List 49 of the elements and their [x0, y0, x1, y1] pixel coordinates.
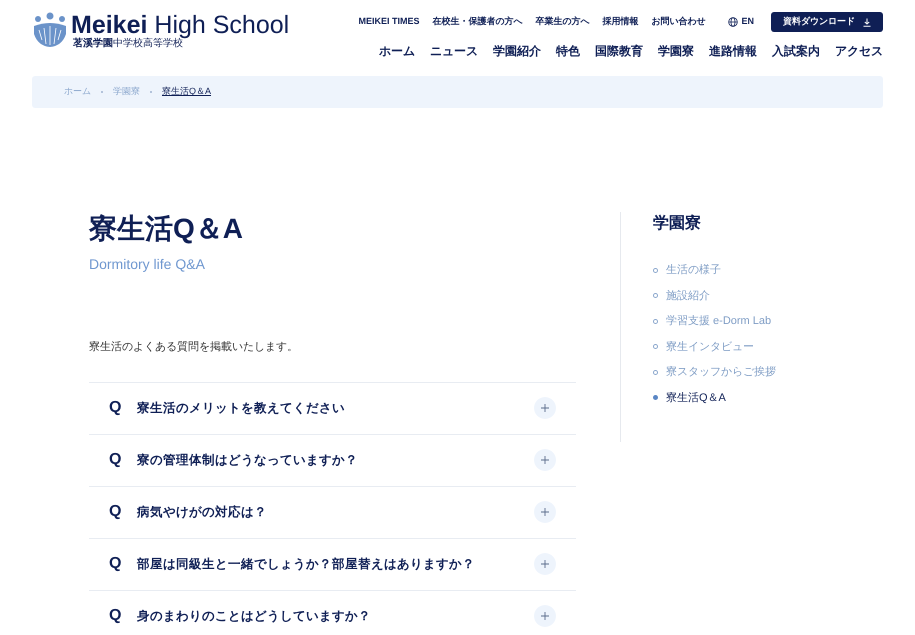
page-subtitle: Dormitory life Q&A: [89, 255, 206, 274]
question-mark: Q: [109, 450, 122, 470]
question-mark: Q: [109, 554, 122, 574]
nav-link[interactable]: 国際教育: [595, 42, 643, 60]
plus-icon: [534, 553, 556, 575]
question-mark: Q: [109, 606, 122, 626]
question-text: 寮生活のメリットを教えてください: [137, 400, 346, 417]
nav-link[interactable]: アクセス: [835, 42, 883, 60]
breadcrumb-separator-icon: [150, 91, 152, 93]
logo-emblem-icon: [32, 12, 68, 48]
question-mark: Q: [109, 502, 122, 522]
top-link[interactable]: 卒業生の方へ: [535, 15, 590, 29]
language-link[interactable]: EN: [728, 15, 754, 29]
question-text: 病気やけがの対応は？: [137, 504, 268, 521]
logo-subtitle: 茗溪学園中学校高等学校: [73, 38, 183, 50]
question-text: 寮の管理体制はどうなっていますか？: [137, 452, 359, 469]
breadcrumb-separator-icon: [101, 91, 103, 93]
globe-icon: [728, 17, 738, 27]
faq-item[interactable]: Q 寮の管理体制はどうなっていますか？: [89, 434, 576, 486]
faq-item[interactable]: Q 病気やけがの対応は？: [89, 486, 576, 538]
download-icon: [863, 18, 871, 26]
faq-item[interactable]: Q 部屋は同級生と一緒でしょうか？部屋替えはありますか？: [89, 538, 576, 590]
plus-icon: [534, 449, 556, 471]
nav-link[interactable]: 入試案内: [772, 42, 820, 60]
intro-text: 寮生活のよくある質問を掲載いたします。: [89, 340, 299, 355]
nav-link[interactable]: 特色: [556, 42, 580, 60]
breadcrumb-link[interactable]: 寮生活Q＆A: [162, 85, 212, 99]
page-title: 寮生活Q＆A: [89, 212, 244, 246]
sidebar-link[interactable]: 寮生活Q＆A: [666, 390, 726, 406]
nav-link[interactable]: 学園紹介: [493, 42, 541, 60]
question-text: 身のまわりのことはどうしていますか？: [137, 608, 372, 625]
nav-link[interactable]: 学園寮: [658, 42, 694, 60]
top-link[interactable]: 採用情報: [602, 15, 638, 29]
nav-link[interactable]: ニュース: [430, 42, 478, 60]
top-link[interactable]: 在校生・保護者の方へ: [432, 15, 522, 29]
sidebar-title: 学園寮: [653, 213, 702, 234]
question-text: 部屋は同級生と一緒でしょうか？部屋替えはありますか？: [137, 556, 476, 573]
nav-link[interactable]: 進路情報: [709, 42, 757, 60]
faq-item[interactable]: Q 身のまわりのことはどうしていますか？: [89, 590, 576, 635]
top-link[interactable]: お問い合わせ: [651, 15, 706, 29]
download-button[interactable]: 資料ダウンロード: [771, 12, 883, 32]
plus-icon: [534, 605, 556, 627]
plus-icon: [534, 501, 556, 523]
faq-item[interactable]: Q 寮生活のメリットを教えてください: [89, 382, 576, 434]
nav-link[interactable]: ホーム: [379, 42, 415, 60]
plus-icon: [534, 397, 556, 419]
logo-title: Meikei High School: [71, 12, 290, 38]
top-link[interactable]: MEIKEI TIMES: [358, 15, 420, 29]
question-mark: Q: [109, 398, 122, 418]
